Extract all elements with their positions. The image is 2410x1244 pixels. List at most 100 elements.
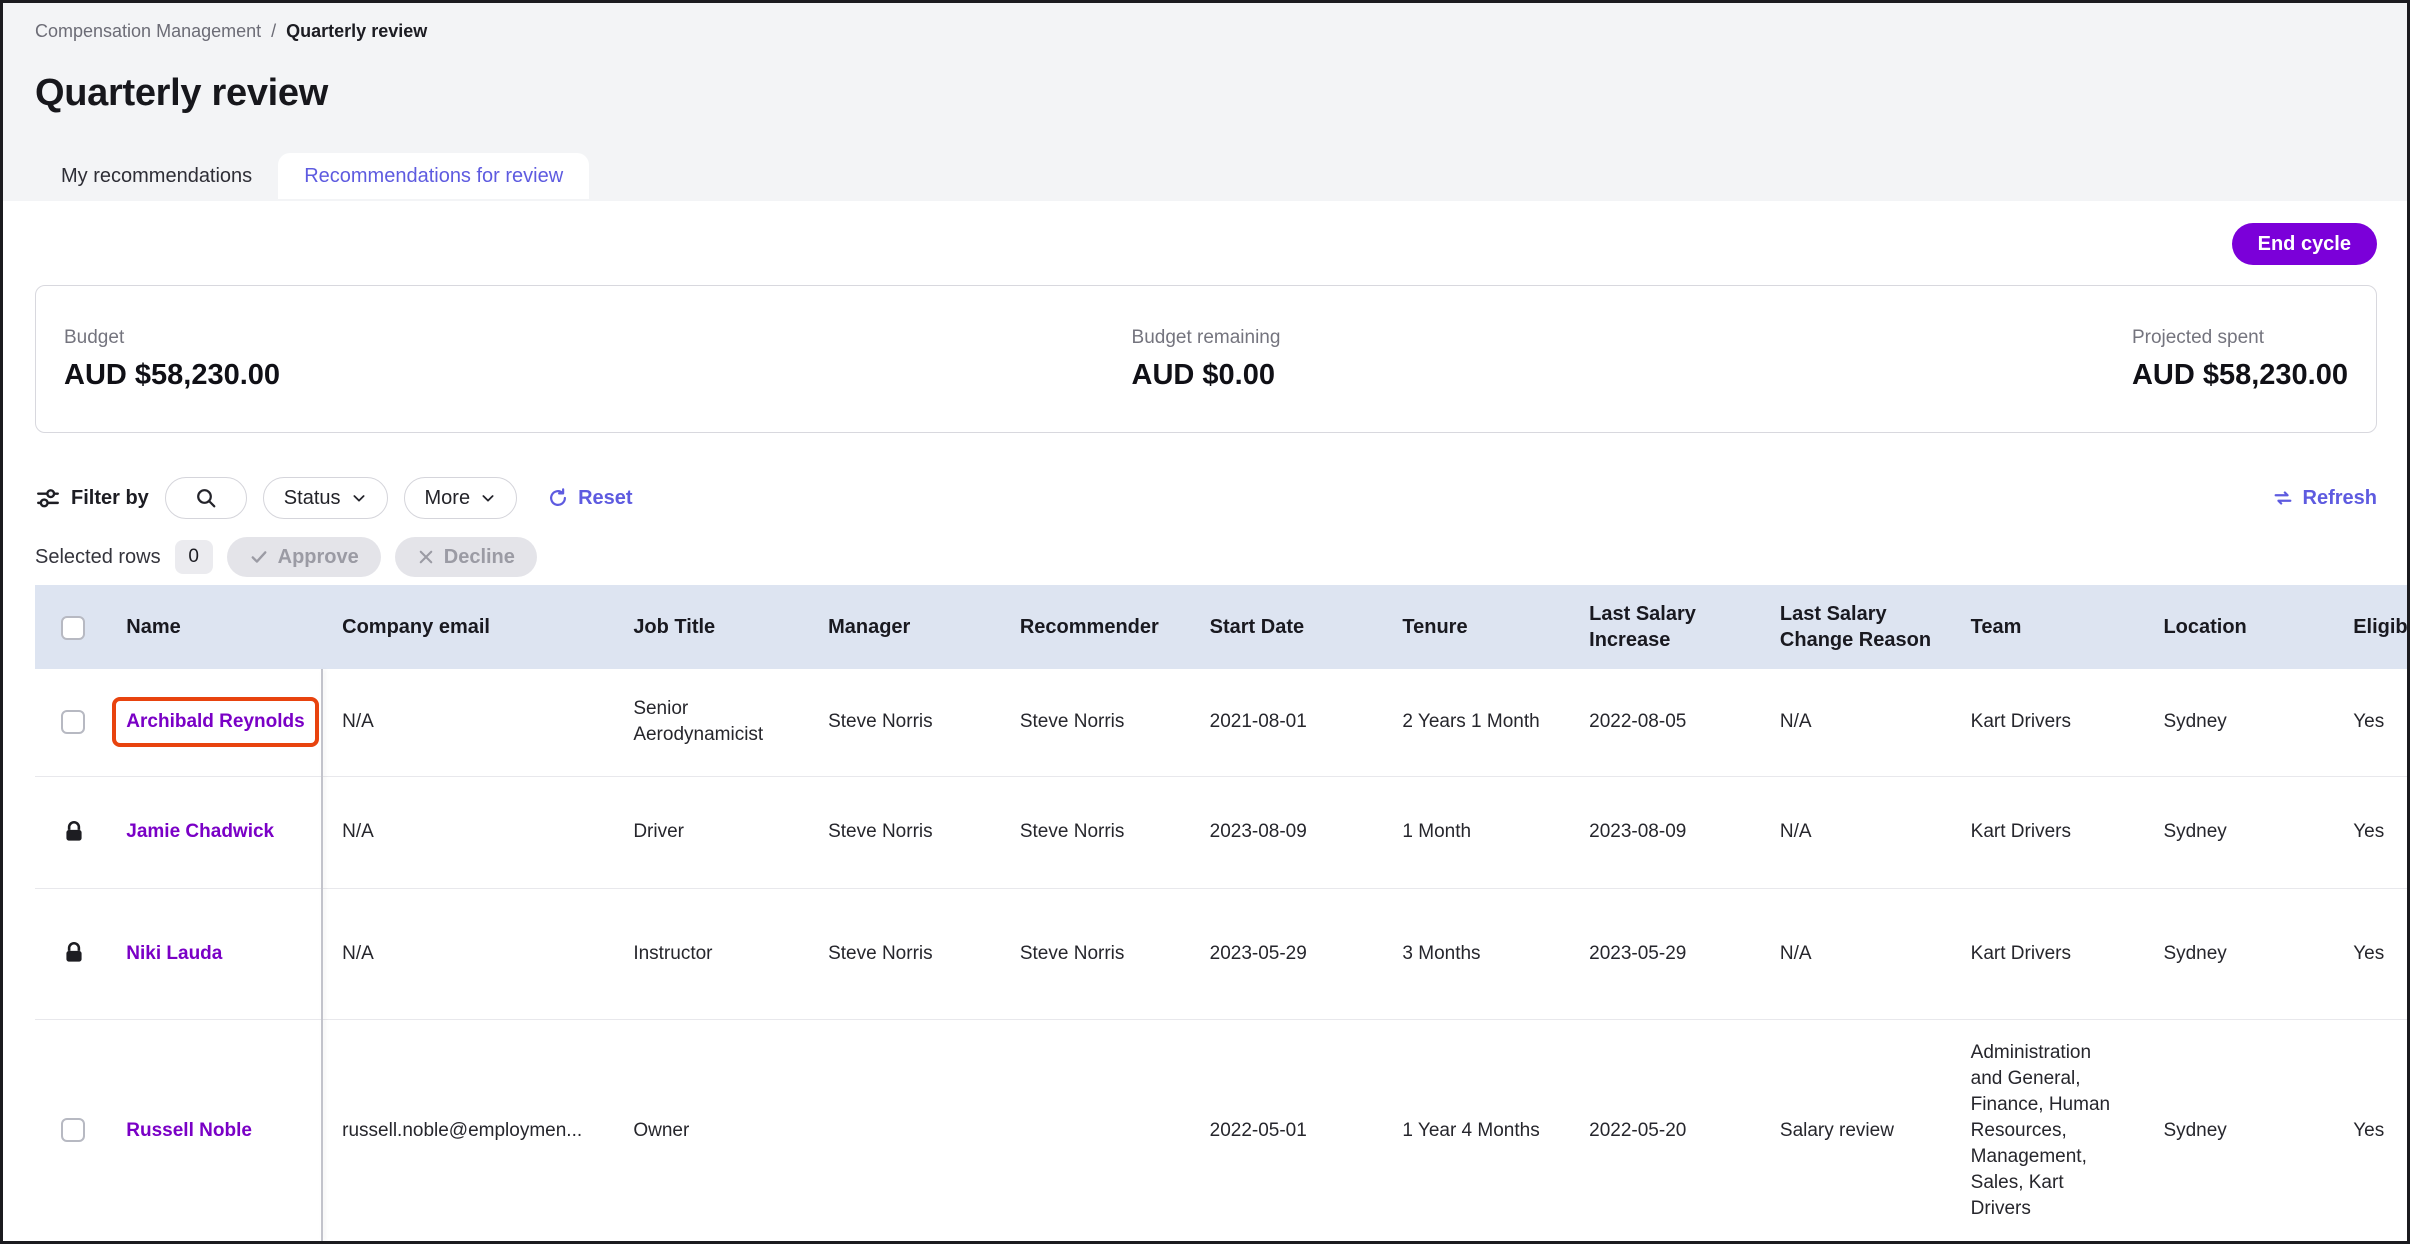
name-cell: Russell Noble: [106, 1019, 322, 1242]
team-cell: Kart Drivers: [1951, 776, 2144, 888]
lock-icon: [61, 940, 87, 966]
start-date-cell: 2021-08-01: [1190, 669, 1383, 776]
chevron-down-icon: [480, 490, 496, 506]
last-salary-change-reason-cell: N/A: [1760, 776, 1951, 888]
tenure-cell: 2 Years 1 Month: [1382, 669, 1569, 776]
location-cell: Sydney: [2143, 888, 2333, 1019]
manager-cell: Steve Norris: [808, 888, 1000, 1019]
team-cell: Administration and General, Finance, Hum…: [1951, 1019, 2144, 1242]
row-checkbox[interactable]: [61, 710, 85, 734]
selection-toolbar: Selected rows 0 Approve Decline: [35, 537, 2377, 577]
manager-cell: Steve Norris: [808, 776, 1000, 888]
main-content: End cycle Budget AUD $58,230.00 Budget r…: [3, 223, 2407, 1244]
location-cell: Sydney: [2143, 776, 2333, 888]
job-title-cell: Instructor: [613, 888, 808, 1019]
tenure-cell: 1 Year 4 Months: [1382, 1019, 1569, 1242]
job-title-cell: Driver: [613, 776, 808, 888]
last-salary-increase-cell: 2022-08-05: [1569, 669, 1760, 776]
breadcrumb-parent[interactable]: Compensation Management: [35, 19, 261, 43]
table-row: Archibald Reynolds N/A Senior Aerodynami…: [35, 669, 2407, 776]
search-icon: [194, 486, 218, 510]
filter-by-label: Filter by: [35, 485, 149, 511]
page-header: Compensation Management / Quarterly revi…: [3, 3, 2407, 201]
employee-name-link[interactable]: Russell Noble: [126, 1120, 252, 1141]
more-filters-dropdown[interactable]: More: [404, 477, 518, 519]
status-filter-dropdown[interactable]: Status: [263, 477, 388, 519]
search-button[interactable]: [165, 477, 247, 519]
job-title-cell: Owner: [613, 1019, 808, 1242]
column-header-tenure: Tenure: [1382, 585, 1569, 669]
budget-remaining-value: AUD $0.00: [1132, 359, 1281, 392]
last-salary-increase-cell: 2022-05-20: [1569, 1019, 1760, 1242]
recommender-cell: Steve Norris: [1000, 669, 1190, 776]
filter-sliders-icon: [35, 485, 61, 511]
check-icon: [249, 547, 269, 567]
lock-icon: [61, 819, 87, 845]
selected-rows-label: Selected rows: [35, 546, 161, 569]
team-cell: Kart Drivers: [1951, 669, 2144, 776]
recommender-cell: [1000, 1019, 1190, 1242]
budget-block: Budget AUD $58,230.00: [64, 327, 280, 392]
budget-remaining-block: Budget remaining AUD $0.00: [1132, 327, 1281, 392]
start-date-cell: 2022-05-01: [1190, 1019, 1383, 1242]
last-salary-change-reason-cell: N/A: [1760, 669, 1951, 776]
employee-name-link[interactable]: Niki Lauda: [126, 943, 222, 964]
column-header-location: Location: [2143, 585, 2333, 669]
column-header-manager: Manager: [808, 585, 1000, 669]
table-row: Russell Noble russell.noble@employmen...…: [35, 1019, 2407, 1242]
approve-button[interactable]: Approve: [227, 537, 381, 577]
table-row: Jamie Chadwick N/A Driver Steve Norris S…: [35, 776, 2407, 888]
team-cell: Kart Drivers: [1951, 888, 2144, 1019]
name-cell: Niki Lauda: [106, 888, 322, 1019]
location-cell: Sydney: [2143, 1019, 2333, 1242]
row-checkbox[interactable]: [61, 1118, 85, 1142]
tenure-cell: 3 Months: [1382, 888, 1569, 1019]
start-date-cell: 2023-05-29: [1190, 888, 1383, 1019]
eligible-cell: Yes: [2333, 1019, 2407, 1242]
company-email-cell: N/A: [322, 669, 613, 776]
decline-button[interactable]: Decline: [395, 537, 537, 577]
employee-name-link[interactable]: Jamie Chadwick: [126, 821, 274, 842]
end-cycle-button[interactable]: End cycle: [2232, 223, 2377, 265]
budget-summary-card: Budget AUD $58,230.00 Budget remaining A…: [35, 285, 2377, 433]
column-header-name: Name: [106, 585, 322, 669]
tab-bar: My recommendations Recommendations for r…: [35, 153, 2407, 199]
reset-filters-button[interactable]: Reset: [547, 487, 632, 510]
refresh-icon: [2272, 487, 2294, 509]
recommender-cell: Steve Norris: [1000, 888, 1190, 1019]
quarterly-review-page: Compensation Management / Quarterly revi…: [0, 0, 2410, 1244]
end-cycle-row: End cycle: [35, 223, 2377, 265]
tab-recommendations-for-review[interactable]: Recommendations for review: [278, 153, 589, 199]
projected-spent-label: Projected spent: [2132, 327, 2348, 349]
budget-remaining-label: Budget remaining: [1132, 327, 1281, 349]
company-email-cell: russell.noble@employmen...: [322, 1019, 613, 1242]
tab-my-recommendations[interactable]: My recommendations: [35, 153, 278, 199]
employee-name-link[interactable]: Archibald Reynolds: [126, 711, 304, 732]
location-cell: Sydney: [2143, 669, 2333, 776]
table-row: Niki Lauda N/A Instructor Steve Norris S…: [35, 888, 2407, 1019]
page-title: Quarterly review: [35, 69, 2407, 117]
manager-cell: [808, 1019, 1000, 1242]
start-date-cell: 2023-08-09: [1190, 776, 1383, 888]
last-salary-increase-cell: 2023-05-29: [1569, 888, 1760, 1019]
last-salary-change-reason-cell: Salary review: [1760, 1019, 1951, 1242]
breadcrumb: Compensation Management / Quarterly revi…: [35, 19, 2407, 43]
projected-spent-value: AUD $58,230.00: [2132, 359, 2348, 392]
column-header-last-salary-change-reason: Last Salary Change Reason: [1760, 585, 1951, 669]
column-header-last-salary-increase: Last Salary Increase: [1569, 585, 1760, 669]
job-title-cell: Senior Aerodynamicist: [613, 669, 808, 776]
budget-label: Budget: [64, 327, 280, 349]
eligible-cell: Yes: [2333, 669, 2407, 776]
table-header-row: Name Company email Job Title Manager Rec…: [35, 585, 2407, 669]
select-all-checkbox[interactable]: [61, 616, 85, 640]
projected-spent-block: Projected spent AUD $58,230.00: [2132, 327, 2348, 392]
refresh-button[interactable]: Refresh: [2272, 487, 2377, 510]
column-header-recommender: Recommender: [1000, 585, 1190, 669]
x-icon: [417, 548, 435, 566]
company-email-cell: N/A: [322, 776, 613, 888]
column-header-eligible: Eligible: [2333, 585, 2407, 669]
header-select-cell: [35, 585, 106, 669]
eligible-cell: Yes: [2333, 888, 2407, 1019]
budget-value: AUD $58,230.00: [64, 359, 280, 392]
column-header-company-email: Company email: [322, 585, 613, 669]
